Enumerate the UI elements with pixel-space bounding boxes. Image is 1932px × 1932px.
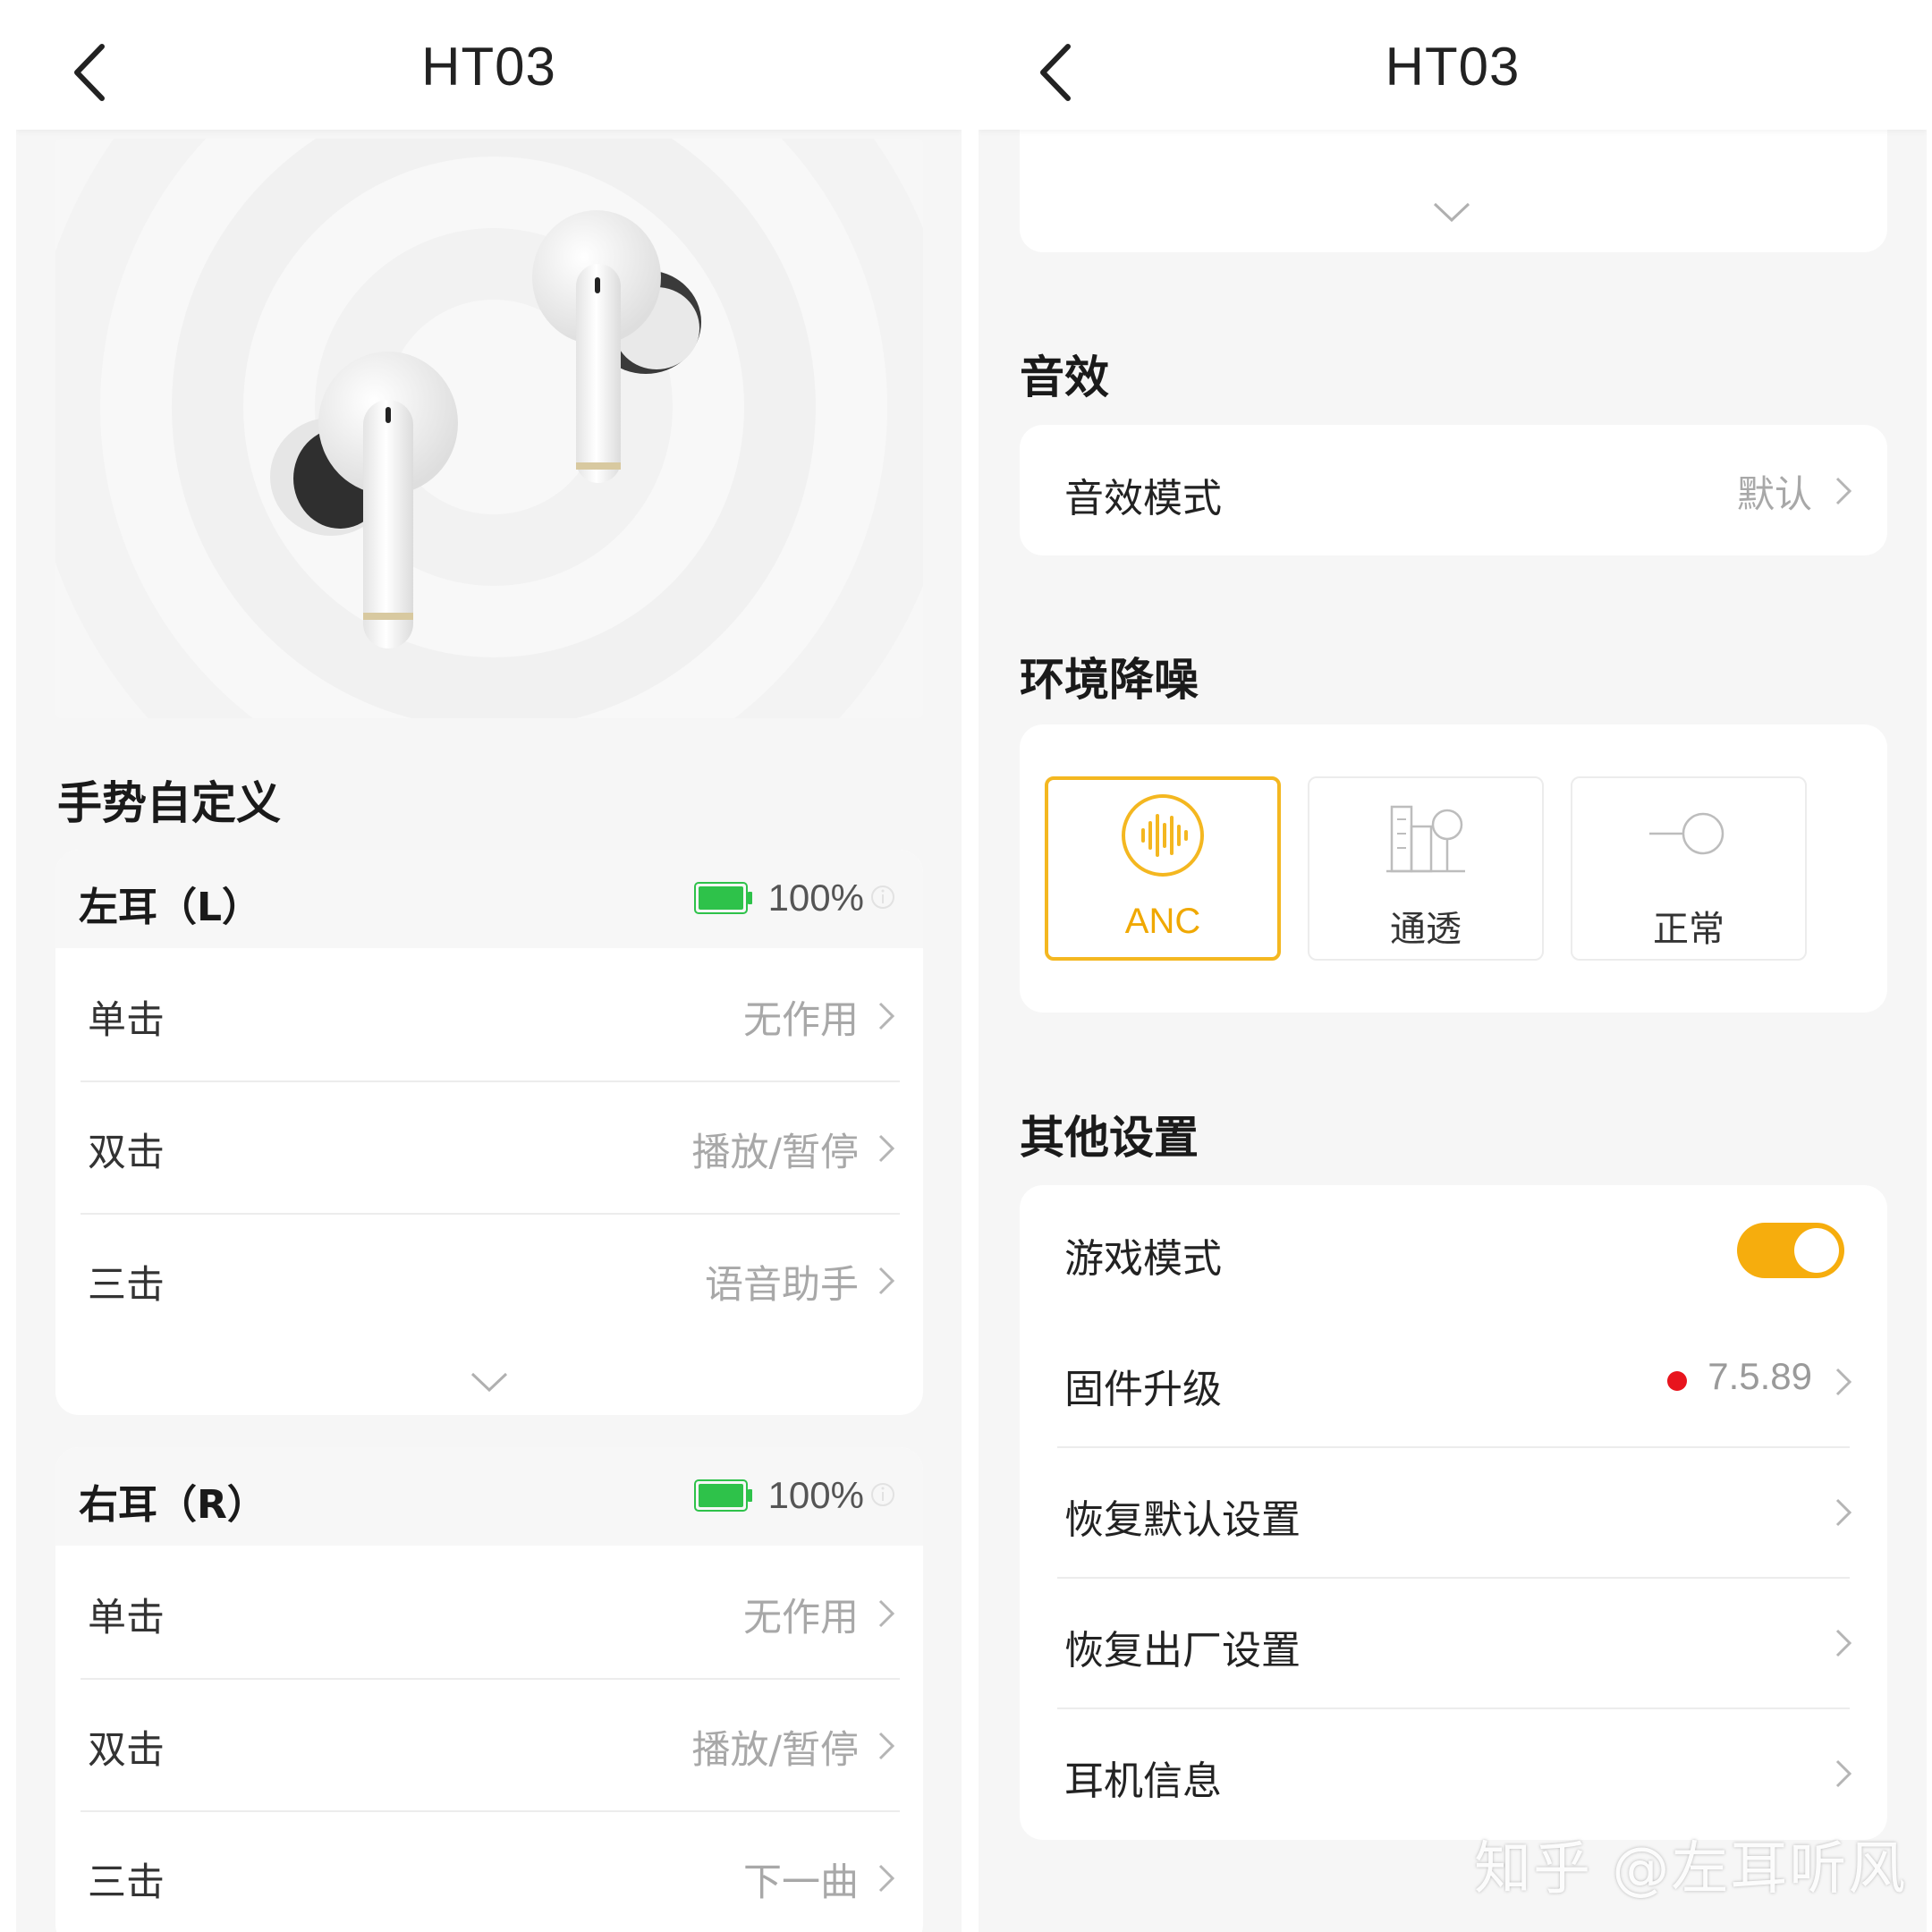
toggle-knob xyxy=(1794,1228,1839,1273)
earbuds-illustration xyxy=(55,139,923,718)
other-settings-card: 游戏模式 固件升级 7.5.89 恢复默认设置 恢复出厂设置 耳机信息 xyxy=(1020,1185,1887,1840)
left-ear-name: 左耳（L） xyxy=(79,885,262,930)
firmware-label: 固件升级 xyxy=(1064,1367,1222,1412)
earphone-info-row[interactable]: 耳机信息 xyxy=(1020,1707,1887,1838)
section-title-anc: 环境降噪 xyxy=(1020,654,1199,706)
info-icon[interactable] xyxy=(869,884,896,911)
right-ear-header: 右耳（R） 100% xyxy=(55,1447,923,1546)
app-header: HT03 xyxy=(16,0,962,130)
chevron-right-icon xyxy=(1835,1759,1852,1788)
chevron-right-icon xyxy=(1835,477,1852,505)
gesture-label: 单击 xyxy=(88,1596,165,1640)
restore-default-label: 恢复默认设置 xyxy=(1064,1497,1301,1543)
app-header: HT03 xyxy=(979,0,1927,130)
firmware-version: 7.5.89 xyxy=(1707,1355,1812,1397)
anc-option-normal[interactable]: 正常 xyxy=(1571,776,1807,961)
gesture-value: 播放/暂停 xyxy=(691,1728,860,1773)
update-dot-icon xyxy=(1667,1371,1687,1391)
gesture-value: 下一曲 xyxy=(743,1860,859,1905)
gesture-value: 播放/暂停 xyxy=(691,1131,860,1175)
chevron-right-icon xyxy=(878,1864,895,1893)
sound-mode-row[interactable]: 音效模式 默认 xyxy=(1020,425,1887,555)
battery-icon xyxy=(694,882,752,914)
chevron-right-icon xyxy=(1835,1498,1852,1527)
left-triple-tap-row[interactable]: 三击 语音助手 xyxy=(55,1213,923,1345)
gesture-label: 三击 xyxy=(88,1860,165,1905)
anc-option-label: ANC xyxy=(1124,902,1201,941)
anc-option-anc[interactable]: ANC xyxy=(1045,776,1281,961)
sound-mode-value: 默认 xyxy=(1736,473,1812,515)
battery-percent: 100% xyxy=(767,877,864,919)
chevron-right-icon xyxy=(878,1267,895,1295)
right-ear-name: 右耳（R） xyxy=(79,1482,267,1528)
left-single-tap-row[interactable]: 单击 无作用 xyxy=(55,948,923,1080)
anc-card: ANC 通透 正常 xyxy=(1020,724,1887,1013)
left-screen: HT03 手势自定义 左耳（L） 100% 单击 无作用 双击 播放/暂停 三击… xyxy=(16,0,962,1932)
chevron-right-icon xyxy=(1835,1629,1852,1657)
anc-waveform-icon xyxy=(1122,794,1204,877)
section-title-gesture: 手势自定义 xyxy=(57,777,281,829)
building-tree-icon xyxy=(1386,805,1465,873)
chevron-down-icon[interactable] xyxy=(1429,197,1474,225)
anc-option-transparent[interactable]: 通透 xyxy=(1308,776,1544,961)
gesture-label: 单击 xyxy=(88,998,165,1043)
right-triple-tap-row[interactable]: 三击 下一曲 xyxy=(55,1810,923,1932)
chevron-down-icon[interactable] xyxy=(467,1367,512,1395)
earphone-info-label: 耳机信息 xyxy=(1064,1758,1222,1804)
right-screen: HT03 音效 音效模式 默认 环境降噪 ANC 通透 正常 其他设置 游戏模式… xyxy=(979,0,1927,1932)
gesture-label: 双击 xyxy=(88,1728,165,1773)
right-double-tap-row[interactable]: 双击 播放/暂停 xyxy=(55,1678,923,1810)
earbuds-product-image xyxy=(55,139,923,718)
factory-reset-row[interactable]: 恢复出厂设置 xyxy=(1020,1577,1887,1707)
right-single-tap-row[interactable]: 单击 无作用 xyxy=(55,1546,923,1678)
gesture-value: 语音助手 xyxy=(705,1263,859,1308)
gesture-value: 无作用 xyxy=(743,1596,859,1640)
chevron-right-icon xyxy=(878,1599,895,1628)
page-title: HT03 xyxy=(1385,37,1521,97)
info-icon[interactable] xyxy=(869,1481,896,1508)
line-circle-icon xyxy=(1649,812,1724,855)
section-title-other: 其他设置 xyxy=(1020,1112,1199,1164)
sound-card: 音效模式 默认 xyxy=(1020,425,1887,555)
chevron-right-icon xyxy=(878,1732,895,1760)
right-ear-card: 右耳（R） 100% 单击 无作用 双击 播放/暂停 三击 下一曲 xyxy=(55,1447,923,1932)
game-mode-label: 游戏模式 xyxy=(1064,1236,1222,1282)
page-title: HT03 xyxy=(421,37,556,97)
chevron-right-icon xyxy=(1835,1368,1852,1396)
panel-gap xyxy=(962,0,979,1932)
watermark: 知乎 @左耳听风 xyxy=(1474,1836,1908,1902)
left-double-tap-row[interactable]: 双击 播放/暂停 xyxy=(55,1080,923,1213)
left-ear-card: 左耳（L） 100% 单击 无作用 双击 播放/暂停 三击 语音助手 xyxy=(55,850,923,1415)
anc-option-label: 通透 xyxy=(1390,909,1462,950)
chevron-right-icon xyxy=(878,1002,895,1030)
chevron-right-icon xyxy=(878,1134,895,1163)
gesture-label: 三击 xyxy=(88,1263,165,1308)
game-mode-toggle[interactable] xyxy=(1737,1223,1844,1278)
section-title-sound: 音效 xyxy=(1020,352,1109,403)
gesture-label: 双击 xyxy=(88,1131,165,1175)
battery-percent: 100% xyxy=(767,1474,864,1516)
anc-option-label: 正常 xyxy=(1653,909,1724,950)
restore-default-row[interactable]: 恢复默认设置 xyxy=(1020,1446,1887,1577)
factory-reset-label: 恢复出厂设置 xyxy=(1064,1628,1301,1674)
firmware-row[interactable]: 固件升级 7.5.89 xyxy=(1020,1316,1887,1446)
gesture-value: 无作用 xyxy=(743,998,859,1043)
left-ear-header: 左耳（L） 100% xyxy=(55,850,923,948)
game-mode-row: 游戏模式 xyxy=(1020,1185,1887,1316)
sound-mode-label: 音效模式 xyxy=(1064,476,1222,521)
battery-icon xyxy=(694,1479,752,1512)
